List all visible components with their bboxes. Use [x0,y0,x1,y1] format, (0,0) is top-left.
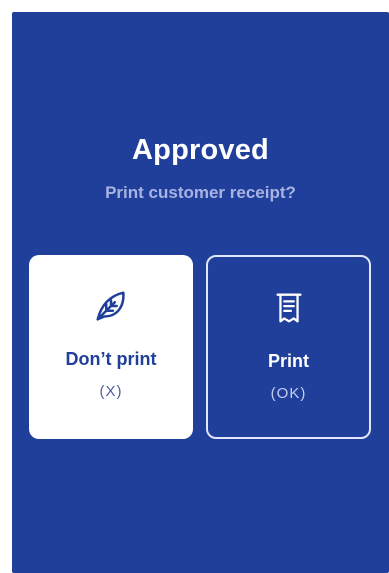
leaf-icon [96,291,125,321]
dialog-title: Approved [132,134,269,166]
dont-print-button[interactable]: Don’t print (X) [29,255,193,439]
print-key-hint: (OK) [270,385,307,402]
print-button[interactable]: Print (OK) [206,255,371,439]
dialog-subtitle: Print customer receipt? [105,183,296,202]
dont-print-label: Don’t print [65,349,157,369]
receipt-icon [275,293,302,323]
receipt-prompt-screen: Approved Print customer receipt? Don’t p… [12,12,389,573]
print-label: Print [267,351,309,371]
dont-print-key-hint: (X) [99,383,123,400]
